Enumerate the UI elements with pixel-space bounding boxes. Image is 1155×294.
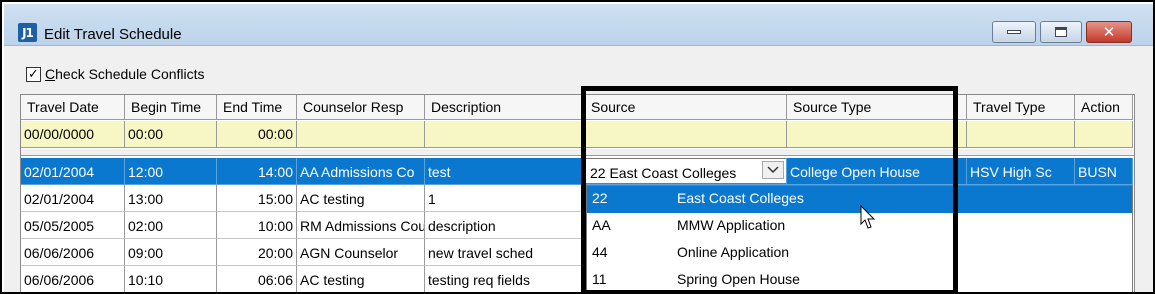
list-item[interactable]: 44 Online Application	[587, 240, 1132, 267]
filter-source-type[interactable]	[787, 121, 967, 148]
filter-source[interactable]	[585, 121, 787, 148]
cell-counselor[interactable]: AGN Counselor	[297, 239, 425, 266]
app-logo-icon: J1	[18, 23, 37, 42]
column-header-begin-time[interactable]: Begin Time	[125, 95, 217, 120]
column-header-travel-type[interactable]: Travel Type	[967, 95, 1075, 120]
filter-action[interactable]	[1075, 121, 1133, 148]
table-row[interactable]: 02/01/2004 13:00 15:00 AC testing 1	[21, 185, 585, 212]
option-code: 44	[592, 244, 608, 260]
close-icon: ✕	[1102, 23, 1116, 41]
cell-travel-date[interactable]: 06/06/2006	[21, 266, 125, 292]
filter-end-time[interactable]: 00:00	[217, 121, 297, 148]
filter-counselor[interactable]	[297, 121, 425, 148]
mouse-pointer-icon	[860, 205, 876, 229]
column-header-source[interactable]: Source	[585, 95, 787, 120]
cell-travel-date[interactable]: 05/05/2005	[21, 212, 125, 239]
title-bar: J1 Edit Travel Schedule ✕	[4, 4, 1153, 46]
checkmark-icon: ✓	[28, 66, 39, 82]
maximize-button[interactable]	[1040, 21, 1082, 43]
cell-counselor[interactable]: AC testing	[297, 266, 425, 292]
close-button[interactable]: ✕	[1086, 21, 1132, 43]
check-schedule-conflicts[interactable]: ✓ Check Schedule Conflicts	[26, 66, 205, 82]
filter-description[interactable]	[425, 121, 585, 148]
cell-counselor[interactable]: AC testing	[297, 185, 425, 212]
option-name: MMW Application	[677, 217, 786, 233]
cell-travel-date[interactable]: 02/01/2004	[21, 185, 125, 212]
chevron-down-icon	[767, 166, 779, 174]
dropdown-button[interactable]	[762, 161, 784, 179]
column-header-end-time[interactable]: End Time	[217, 95, 297, 120]
cell-end-time[interactable]: 10:00	[217, 212, 297, 239]
column-header-source-type[interactable]: Source Type	[787, 95, 967, 120]
option-code: 22	[592, 190, 608, 206]
cell-description[interactable]: testing req fields	[425, 266, 585, 292]
cell-begin-time[interactable]: 12:00	[125, 158, 217, 185]
minimize-icon	[1007, 30, 1021, 34]
window-title: Edit Travel Schedule	[44, 26, 182, 43]
grid-header: Travel Date Begin Time End Time Counselo…	[21, 95, 1133, 120]
filter-travel-date[interactable]: 00/00/0000	[21, 121, 125, 148]
list-item[interactable]: 11 Spring Open House	[587, 267, 1132, 292]
cell-source[interactable]: 22 East Coast Colleges	[585, 158, 787, 185]
cell-end-time[interactable]: 14:00	[217, 158, 297, 185]
source-combo[interactable]: 22 East Coast Colleges	[585, 158, 786, 184]
cell-description[interactable]: 1	[425, 185, 585, 212]
filter-begin-time[interactable]: 00:00	[125, 121, 217, 148]
source-dropdown-list[interactable]: 22 East Coast Colleges AA MMW Applicatio…	[586, 185, 1133, 292]
grid-separator	[21, 149, 1134, 156]
cell-travel-date[interactable]: 02/01/2004	[21, 158, 125, 185]
cell-end-time[interactable]: 06:06	[217, 266, 297, 292]
cell-counselor[interactable]: RM Admissions Cou	[297, 212, 425, 239]
maximize-icon	[1055, 27, 1067, 37]
checkbox-label[interactable]: Check Schedule Conflicts	[45, 66, 205, 82]
minimize-button[interactable]	[992, 21, 1036, 43]
cell-travel-date[interactable]: 06/06/2006	[21, 239, 125, 266]
cell-source-type[interactable]: College Open House	[787, 158, 967, 185]
filter-row[interactable]: 00/00/0000 00:00 00:00	[21, 121, 1133, 148]
option-name: Spring Open House	[677, 271, 800, 287]
cell-begin-time[interactable]: 10:10	[125, 266, 217, 292]
table-row[interactable]: 06/06/2006 09:00 20:00 AGN Counselor new…	[21, 239, 585, 266]
cell-end-time[interactable]: 15:00	[217, 185, 297, 212]
cell-begin-time[interactable]: 09:00	[125, 239, 217, 266]
option-code: 11	[592, 271, 607, 287]
column-header-counselor-resp[interactable]: Counselor Resp	[297, 95, 425, 120]
source-combo-value: 22 East Coast Colleges	[590, 165, 737, 181]
option-name: East Coast Colleges	[677, 190, 804, 206]
table-row[interactable]: 05/05/2005 02:00 10:00 RM Admissions Cou…	[21, 212, 585, 239]
option-name: Online Application	[677, 244, 790, 260]
column-header-action[interactable]: Action	[1075, 95, 1133, 120]
cell-description[interactable]: new travel sched	[425, 239, 585, 266]
filter-travel-type[interactable]	[967, 121, 1075, 148]
window-frame: J1 Edit Travel Schedule ✕ ✓ Check Schedu…	[0, 0, 1155, 294]
table-row[interactable]: 02/01/2004 12:00 14:00 AA Admissions Co …	[21, 158, 1133, 185]
cell-travel-type[interactable]: HSV High Sc	[967, 158, 1075, 185]
option-code: AA	[592, 217, 611, 233]
cell-counselor[interactable]: AA Admissions Co	[297, 158, 425, 185]
table-row[interactable]: 06/06/2006 10:10 06:06 AC testing testin…	[21, 266, 585, 292]
cell-begin-time[interactable]: 02:00	[125, 212, 217, 239]
column-header-description[interactable]: Description	[425, 95, 585, 120]
cell-description[interactable]: test	[425, 158, 585, 185]
column-header-travel-date[interactable]: Travel Date	[21, 95, 125, 120]
cell-end-time[interactable]: 20:00	[217, 239, 297, 266]
cell-begin-time[interactable]: 13:00	[125, 185, 217, 212]
cell-action[interactable]: BUSN	[1075, 158, 1133, 185]
cell-description[interactable]: description	[425, 212, 585, 239]
checkbox[interactable]: ✓	[26, 66, 41, 82]
